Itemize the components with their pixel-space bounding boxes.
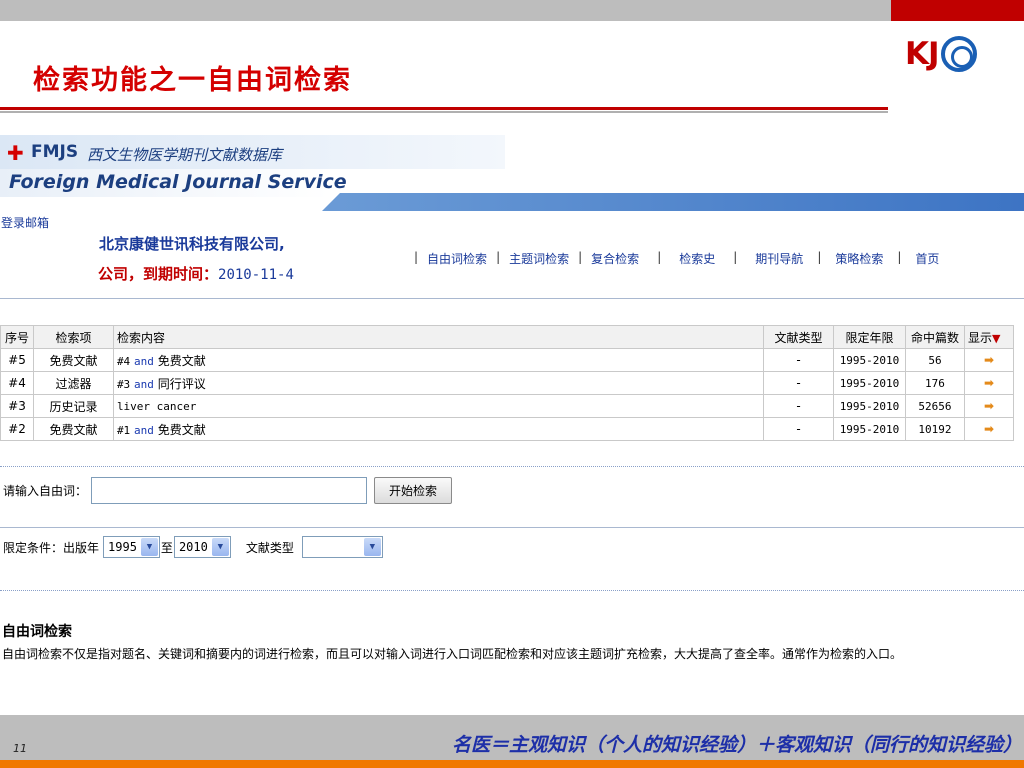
col-item: 检索项 bbox=[32, 325, 114, 349]
fmjs-banner: ✚ FMJS 西文生物医学期刊文献数据库 Foreign Medical Jou… bbox=[0, 135, 1024, 213]
table-row: #3 历史记录 liver cancer - 1995-2010 52656 ➡ bbox=[0, 394, 1015, 418]
footer-quote: 名医＝主观知识（个人的知识经验）＋客观知识（同行的知识经验） bbox=[451, 734, 1022, 756]
kj-logo: KJ bbox=[905, 34, 977, 74]
col-hits: 命中篇数 bbox=[904, 325, 965, 349]
page-number: 11 bbox=[13, 742, 27, 755]
limits-label: 限定条件：出版年 bbox=[3, 540, 100, 555]
nav-compound-search[interactable]: 复合检索 bbox=[591, 250, 639, 267]
description-title: 自由词检索 bbox=[2, 624, 72, 640]
doc-type-select[interactable]: ▼ bbox=[301, 536, 383, 558]
search-history-table: 序号 检索项 检索内容 文献类型 限定年限 命中篇数 显示▼ #5 免费文献 #… bbox=[0, 325, 1015, 441]
year-from-select[interactable]: 1995 ▼ bbox=[103, 536, 160, 558]
nav-strategy-search[interactable]: 策略检索 bbox=[835, 250, 883, 267]
red-cross-icon: ✚ bbox=[7, 141, 24, 165]
chevron-down-icon[interactable]: ▼ bbox=[363, 538, 381, 556]
start-search-button[interactable]: 开始检索 bbox=[374, 477, 453, 504]
main-nav: | 自由词检索 | 主题词检索 | 复合检索 | 检索史 | 期刊导航 | 策略… bbox=[414, 250, 940, 267]
nav-free-term-search[interactable]: 自由词检索 bbox=[427, 250, 487, 267]
chevron-down-icon[interactable]: ▼ bbox=[140, 538, 158, 556]
footer-accent bbox=[0, 760, 1024, 768]
search-row: 请输入自由词： 开始检索 bbox=[3, 477, 453, 504]
header-divider bbox=[0, 298, 1024, 299]
chevron-down-icon[interactable]: ▼ bbox=[211, 538, 229, 556]
search-divider bbox=[0, 466, 1024, 467]
brand-cn: 西文生物医学期刊文献数据库 bbox=[87, 146, 283, 164]
expire-date: 2010-11-4 bbox=[218, 267, 294, 283]
nav-subject-search[interactable]: 主题词检索 bbox=[509, 250, 569, 267]
expire-label: 公司，到期时间： bbox=[98, 265, 219, 283]
show-arrow-icon[interactable]: ➡ bbox=[984, 422, 994, 436]
show-arrow-icon[interactable]: ➡ bbox=[984, 353, 994, 367]
to-label: 至 bbox=[160, 540, 173, 555]
login-mail-link[interactable]: 登录邮箱 bbox=[1, 214, 49, 231]
description-divider bbox=[0, 590, 1024, 591]
table-header-row: 序号 检索项 检索内容 文献类型 限定年限 命中篇数 显示▼ bbox=[0, 325, 1015, 349]
top-accent-block bbox=[891, 0, 1024, 21]
title-rule bbox=[0, 107, 888, 110]
col-years: 限定年限 bbox=[833, 325, 906, 349]
expire-info: 公司，到期时间：2010-11-4 bbox=[98, 263, 294, 284]
col-show: 显示▼ bbox=[963, 325, 1015, 349]
title-rule-shadow bbox=[0, 111, 888, 113]
year-to-select[interactable]: 2010 ▼ bbox=[173, 536, 231, 558]
logo-text: KJ bbox=[905, 36, 940, 72]
nav-journal-browse[interactable]: 期刊导航 bbox=[755, 250, 803, 267]
doc-type-label: 文献类型 bbox=[245, 540, 294, 555]
nav-home[interactable]: 首页 bbox=[915, 250, 939, 267]
nav-search-history[interactable]: 检索史 bbox=[679, 250, 715, 267]
table-row: #2 免费文献 #1 and 免费文献 - 1995-2010 10192 ➡ bbox=[0, 417, 1015, 441]
free-term-input[interactable] bbox=[91, 477, 368, 504]
col-doc-type: 文献类型 bbox=[763, 325, 834, 349]
brand-abbr: FMJS bbox=[31, 142, 79, 162]
banner-blue-bar bbox=[322, 193, 1024, 211]
limits-divider bbox=[0, 527, 1024, 528]
show-arrow-icon[interactable]: ➡ bbox=[984, 399, 994, 413]
brand-en: Foreign Medical Journal Service bbox=[9, 171, 347, 193]
table-row: #4 过滤器 #3 and 同行评议 - 1995-2010 176 ➡ bbox=[0, 371, 1015, 395]
logo-circle-icon bbox=[940, 36, 977, 72]
table-row: #5 免费文献 #4 and 免费文献 - 1995-2010 56 ➡ bbox=[0, 348, 1015, 372]
col-content: 检索内容 bbox=[112, 325, 765, 349]
sort-triangle-icon[interactable]: ▼ bbox=[992, 332, 1000, 345]
slide-title: 检索功能之一自由词检索 bbox=[33, 65, 352, 96]
limits-row: 限定条件：出版年 1995 ▼ 至 2010 ▼ 文献类型 ▼ bbox=[3, 536, 384, 558]
col-seq: 序号 bbox=[0, 325, 34, 349]
company-name: 北京康健世讯科技有限公司, bbox=[99, 235, 285, 253]
show-arrow-icon[interactable]: ➡ bbox=[984, 376, 994, 390]
description-text: 自由词检索不仅是指对题名、关键词和摘要内的词进行检索，而且可以对输入词进行入口词… bbox=[2, 647, 903, 661]
search-label: 请输入自由词： bbox=[3, 484, 88, 498]
top-bar bbox=[0, 0, 1024, 21]
